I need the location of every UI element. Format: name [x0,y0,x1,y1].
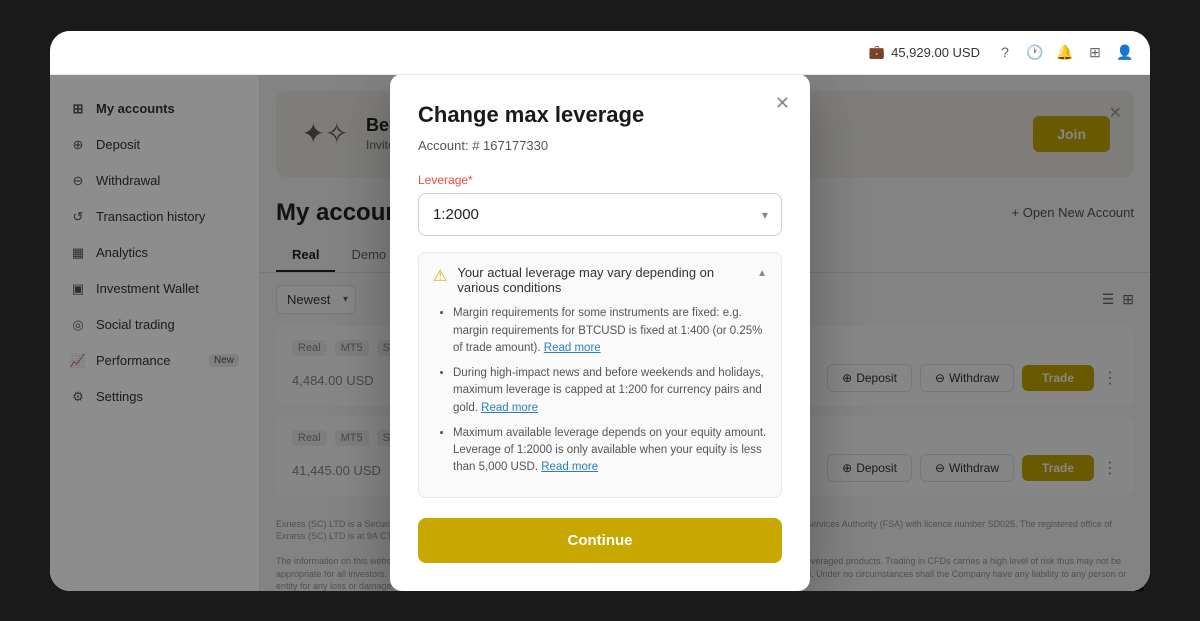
warning-triangle-icon: ⚠ [433,266,447,286]
read-more-link-2[interactable]: Read more [481,402,538,414]
grid-icon[interactable]: ⊞ [1086,43,1104,61]
read-more-link-3[interactable]: Read more [541,461,598,473]
modal-account: Account: # 167177330 [418,138,782,153]
bell-icon[interactable]: 🔔 [1056,43,1074,61]
read-more-link-1[interactable]: Read more [544,342,601,354]
warning-list: Margin requirements for some instruments… [433,305,767,476]
top-bar-icons: ? 🕐 🔔 ⊞ 👤 [996,43,1134,61]
required-star: * [468,173,473,187]
top-bar: 💼 45,929.00 USD ? 🕐 🔔 ⊞ 👤 [50,31,1150,75]
continue-button[interactable]: Continue [418,518,782,563]
warning-item-1: Margin requirements for some instruments… [453,305,767,357]
warning-item-2: During high-impact news and before weeke… [453,365,767,417]
balance-icon: 💼 [869,44,885,60]
warning-collapse-icon[interactable]: ▲ [757,268,767,279]
modal-close-button[interactable]: ✕ [775,94,790,112]
profile-icon[interactable]: 👤 [1116,43,1134,61]
warning-box: ⚠ Your actual leverage may vary dependin… [418,252,782,497]
leverage-select[interactable]: 1:2000 1:1000 1:500 1:200 1:100 [418,193,782,236]
modal-overlay: Change max leverage Account: # 167177330… [50,75,1150,591]
warning-title: Your actual leverage may vary depending … [457,265,747,295]
leverage-select-wrap: 1:2000 1:1000 1:500 1:200 1:100 ▾ [418,193,782,236]
clock-icon[interactable]: 🕐 [1026,43,1044,61]
warning-header: ⚠ Your actual leverage may vary dependin… [433,265,767,295]
change-leverage-modal: Change max leverage Account: # 167177330… [390,75,810,591]
balance-display: 💼 45,929.00 USD [869,44,980,60]
balance-amount: 45,929.00 USD [891,45,980,60]
warning-item-3: Maximum available leverage depends on yo… [453,425,767,477]
modal-title: Change max leverage [418,102,782,128]
leverage-label: Leverage* [418,173,782,187]
question-icon[interactable]: ? [996,43,1014,61]
